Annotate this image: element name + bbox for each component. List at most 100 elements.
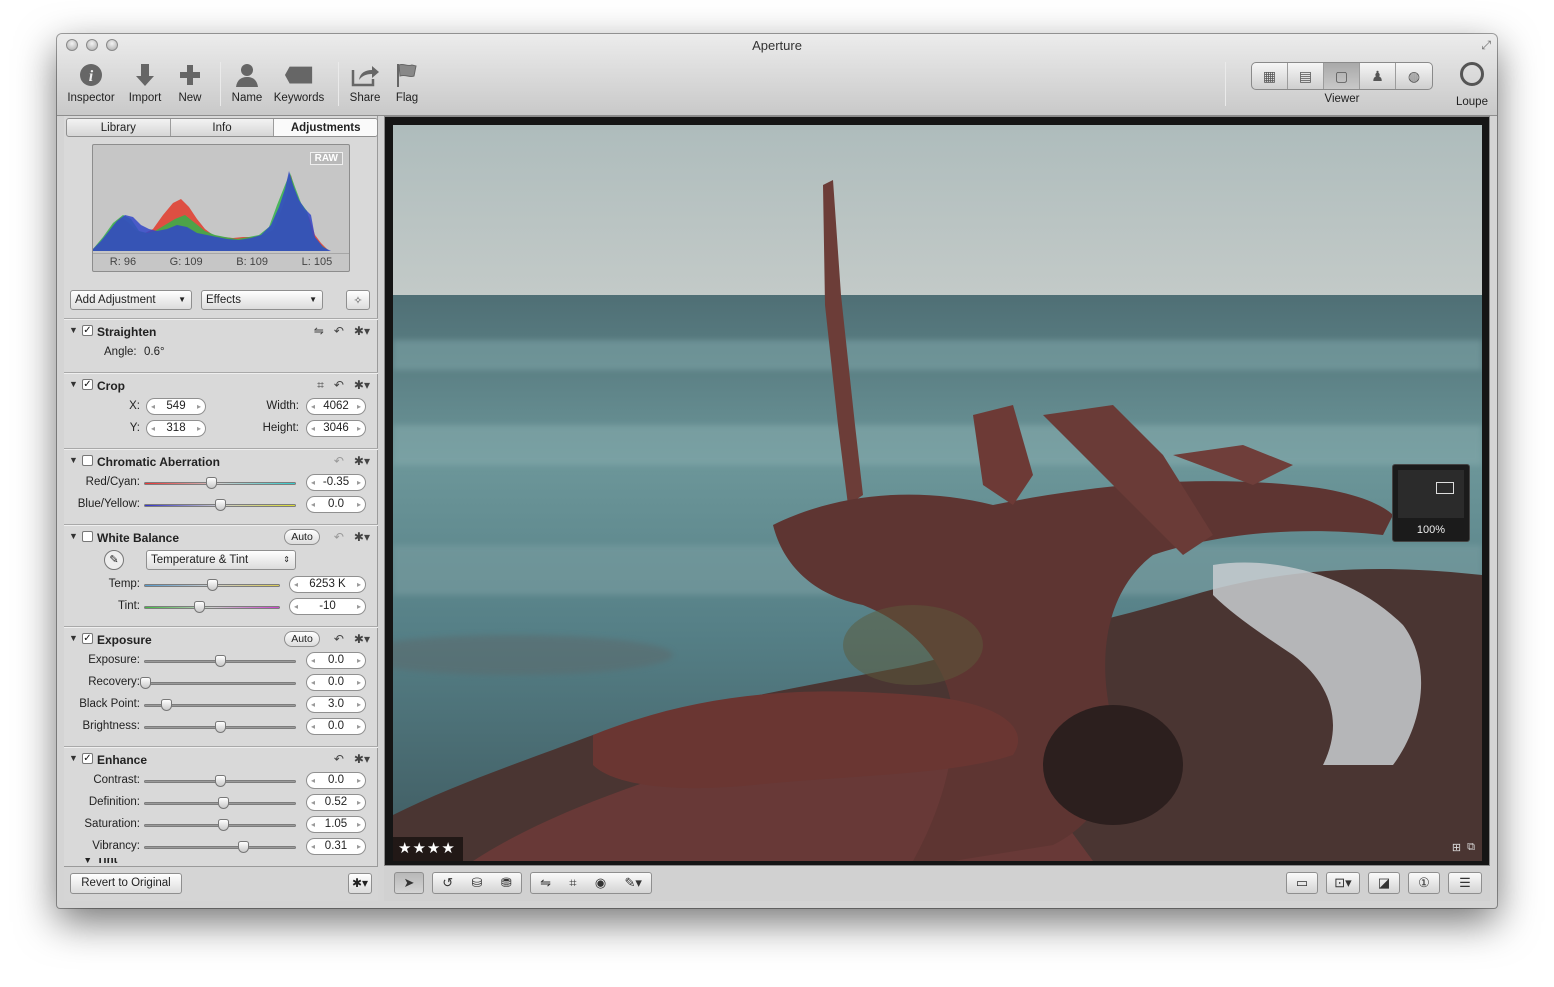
gear-icon[interactable]: ✱▾ — [348, 873, 372, 894]
filmstrip-view-button[interactable]: ▤ — [1288, 63, 1324, 89]
exposure-slider-knob[interactable] — [161, 699, 172, 711]
chromatic-aberration-checkbox[interactable] — [82, 455, 93, 466]
straighten-tool-icon[interactable]: ⇋ — [314, 324, 324, 338]
keywords-button[interactable]: Keywords — [271, 60, 327, 104]
reset-icon[interactable]: ↶ — [334, 378, 344, 393]
reset-icon[interactable]: ↶ — [334, 752, 344, 766]
zoom-navigator[interactable]: 100% — [1392, 464, 1470, 542]
viewer-mode-button[interactable]: ☰ — [1448, 872, 1482, 894]
exposure-slider[interactable] — [140, 677, 296, 689]
reset-icon[interactable]: ↶ — [334, 324, 344, 338]
disclosure-triangle-icon[interactable]: ▼ — [69, 753, 78, 763]
eyedropper-icon[interactable]: ✎ — [104, 550, 124, 570]
red-eye-icon[interactable]: ◉ — [595, 875, 606, 891]
chromatic-aberration-slider[interactable] — [144, 499, 296, 511]
tab-adjustments[interactable]: Adjustments — [274, 119, 377, 136]
metadata-overlay-button[interactable]: ⊡▾ — [1326, 872, 1360, 894]
primary-only-button[interactable]: ① — [1408, 872, 1440, 894]
disclosure-triangle-icon[interactable]: ▼ — [69, 379, 78, 389]
exposure-slider-knob[interactable] — [215, 721, 226, 733]
adjustments-list[interactable]: ▼ ✓ Straighten ⇋ ↶ ✱▾ Angle: 0.6° ▼ ✓ Crop… — [64, 318, 378, 866]
enhance-slider[interactable] — [144, 841, 296, 853]
crop-width-field[interactable]: 4062 — [306, 398, 366, 415]
chromatic-aberration-value-field[interactable]: -0.35 — [306, 474, 366, 491]
straighten-checkbox[interactable]: ✓ — [82, 325, 93, 336]
lift-stamp-icon[interactable]: ⛁ — [472, 875, 483, 891]
white-balance-slider[interactable] — [144, 579, 280, 591]
reset-icon[interactable]: ↶ — [334, 530, 344, 544]
exposure-value-field[interactable]: 0.0 — [306, 674, 366, 691]
exposure-slider[interactable] — [144, 721, 296, 733]
faces-view-button[interactable]: ♟ — [1360, 63, 1396, 89]
disclosure-triangle-icon[interactable]: ▼ — [69, 325, 78, 335]
crop-tool-icon[interactable]: ⌗ — [569, 875, 576, 891]
enhance-checkbox[interactable]: ✓ — [82, 753, 93, 764]
quick-preview-button[interactable]: ◪ — [1368, 872, 1400, 894]
tab-info[interactable]: Info — [171, 119, 275, 136]
loupe-button[interactable]: Loupe — [1447, 62, 1497, 108]
exposure-checkbox[interactable]: ✓ — [82, 633, 93, 644]
enhance-slider[interactable] — [144, 797, 296, 809]
add-adjustment-popup[interactable]: Add Adjustment ▼ — [70, 290, 192, 310]
crop-checkbox[interactable]: ✓ — [82, 379, 93, 390]
reset-icon[interactable]: ↶ — [334, 632, 344, 646]
white-balance-auto-button[interactable]: Auto — [284, 529, 320, 545]
full-screen-toggle-button[interactable]: ▭ — [1286, 872, 1318, 894]
crop-height-field[interactable]: 3046 — [306, 420, 366, 437]
places-view-button[interactable]: ◍ — [1396, 63, 1432, 89]
straighten-tool-icon[interactable]: ⇋ — [540, 875, 551, 891]
grid-view-button[interactable]: ▦ — [1252, 63, 1288, 89]
enhance-value-field[interactable]: 1.05 — [306, 816, 366, 833]
rotate-left-icon[interactable]: ↺ — [442, 875, 453, 891]
quick-fix-button[interactable]: ✧ — [346, 290, 370, 310]
exposure-slider-knob[interactable] — [140, 677, 151, 689]
chromatic-aberration-value-field[interactable]: 0.0 — [306, 496, 366, 513]
disclosure-triangle-icon[interactable]: ▼ — [69, 455, 78, 465]
white-balance-slider[interactable] — [144, 601, 280, 613]
gear-icon[interactable]: ✱▾ — [354, 752, 370, 766]
stamp-icon[interactable]: ⛃ — [501, 875, 512, 891]
exposure-slider-knob[interactable] — [215, 655, 226, 667]
disclosure-triangle-icon[interactable]: ▼ — [69, 633, 78, 643]
enhance-slider[interactable] — [144, 819, 296, 831]
exposure-value-field[interactable]: 0.0 — [306, 718, 366, 735]
enhance-slider-knob[interactable] — [218, 797, 229, 809]
inspector-button[interactable]: i Inspector — [63, 60, 119, 104]
gear-icon[interactable]: ✱▾ — [354, 378, 370, 393]
enhance-slider-knob[interactable] — [215, 775, 226, 787]
star-rating[interactable]: ★★★★ — [393, 837, 463, 861]
selection-tool-button[interactable]: ➤ — [394, 872, 424, 894]
name-button[interactable]: Name — [219, 60, 275, 104]
white-balance-mode-popup[interactable]: Temperature & Tint ⇕ — [146, 550, 296, 570]
enhance-value-field[interactable]: 0.31 — [306, 838, 366, 855]
white-balance-slider-knob[interactable] — [193, 601, 205, 613]
reset-icon[interactable]: ↶ — [334, 454, 344, 468]
enhance-slider-knob[interactable] — [218, 819, 229, 831]
chromatic-aberration-slider[interactable] — [144, 477, 296, 489]
exposure-value-field[interactable]: 0.0 — [306, 652, 366, 669]
fullscreen-icon[interactable]: ⤢ — [1481, 38, 1491, 53]
gear-icon[interactable]: ✱▾ — [354, 632, 370, 646]
gear-icon[interactable]: ✱▾ — [354, 454, 370, 468]
enhance-value-field[interactable]: 0.0 — [306, 772, 366, 789]
white-balance-value-field[interactable]: -10 — [289, 598, 366, 615]
disclosure-triangle-icon[interactable]: ▼ — [69, 531, 78, 541]
gear-icon[interactable]: ✱▾ — [354, 530, 370, 544]
enhance-slider[interactable] — [144, 775, 296, 787]
exposure-slider[interactable] — [144, 655, 296, 667]
enhance-slider-knob[interactable] — [237, 841, 249, 853]
exposure-slider[interactable] — [144, 699, 296, 711]
exposure-auto-button[interactable]: Auto — [284, 631, 320, 647]
chromatic-aberration-slider-knob[interactable] — [206, 477, 217, 489]
tab-library[interactable]: Library — [67, 119, 171, 136]
zoom-region-indicator[interactable] — [1436, 482, 1454, 494]
crop-y-field[interactable]: 318 — [146, 420, 206, 437]
brush-icon[interactable]: ✎▾ — [624, 875, 641, 891]
gear-icon[interactable]: ✱▾ — [354, 324, 370, 338]
new-button[interactable]: New — [162, 60, 218, 104]
chromatic-aberration-slider-knob[interactable] — [215, 499, 226, 511]
enhance-value-field[interactable]: 0.52 — [306, 794, 366, 811]
image-viewer[interactable]: ★★★★ 100% ⊞ ⧉ — [384, 116, 1490, 866]
effects-popup[interactable]: Effects ▼ — [201, 290, 323, 310]
crop-x-field[interactable]: 549 — [146, 398, 206, 415]
